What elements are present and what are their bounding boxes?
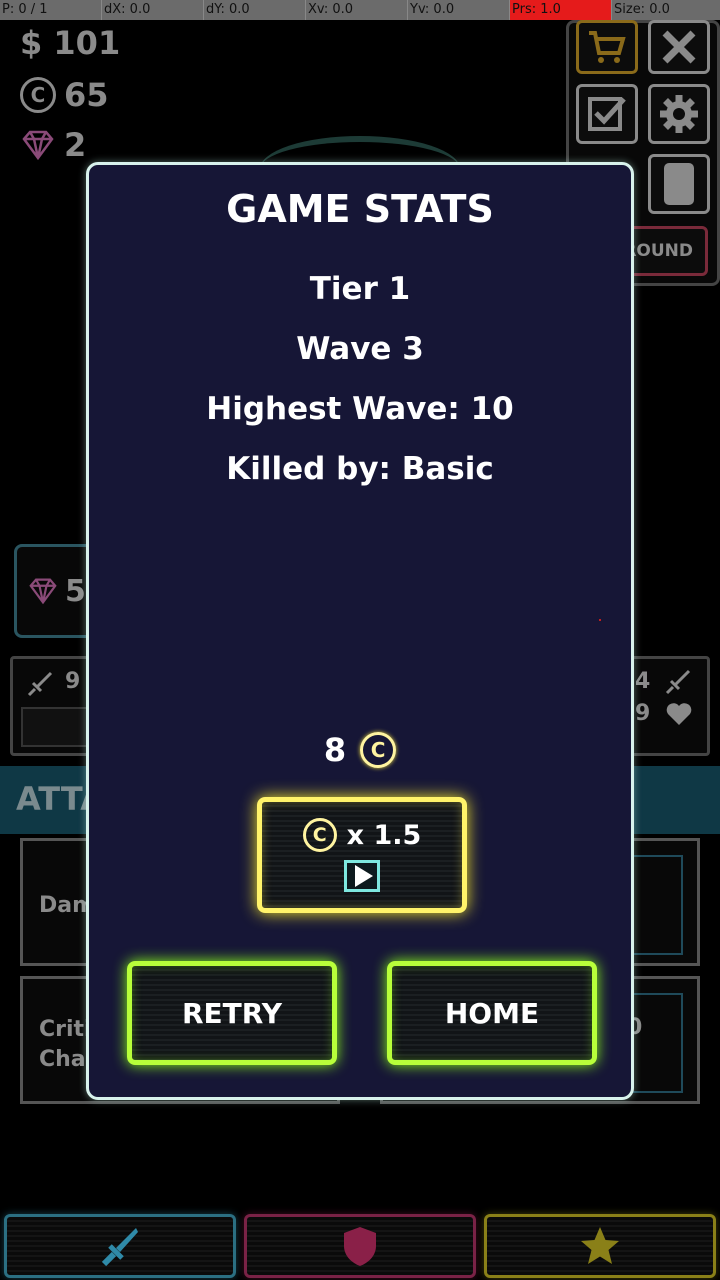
play-icon (344, 860, 380, 892)
sword-icon (27, 671, 53, 697)
debug-dx: dX: 0.0 (102, 0, 204, 20)
right-stat-bottom: 9 (635, 701, 651, 726)
retry-label: RETRY (181, 996, 283, 1030)
heart-icon (666, 703, 692, 725)
diamond-icon (22, 130, 54, 161)
upgrade-right-1-bar (627, 855, 683, 955)
debug-pressure: Prs: 1.0 (510, 0, 612, 20)
tier-text: Tier 1 (309, 271, 411, 307)
debug-xv: Xv: 0.0 (306, 0, 408, 20)
gear-icon (660, 95, 698, 133)
multiplier-label: x 1.5 (346, 819, 422, 851)
multiplier-row: C x 1.5 (302, 818, 422, 852)
coins-display: C 65 (20, 76, 109, 114)
red-dot (599, 619, 601, 621)
cash-value: $ 101 (20, 24, 121, 62)
coins-value: 65 (64, 76, 109, 114)
coin-icon: C (302, 818, 337, 852)
upgrade-right-2-bar (627, 993, 683, 1093)
close-icon (662, 30, 696, 64)
cart-icon (589, 31, 626, 63)
sword-icon (101, 1228, 138, 1267)
debug-size: Size: 0.0 (614, 2, 670, 17)
watch-ad-multiplier-button[interactable]: C x 1.5 (257, 797, 467, 913)
wave-text: Wave 3 (296, 331, 424, 367)
coin-icon: C (360, 732, 397, 768)
home-label: HOME (444, 996, 540, 1030)
modal-title: GAME STATS (226, 187, 494, 231)
reward-amount: 8 (323, 731, 347, 769)
debug-pointer: P: 0 / 1 (0, 0, 102, 20)
tab-utility[interactable] (484, 1214, 716, 1278)
checkbox-icon (588, 97, 626, 131)
game-stats-modal: GAME STATS Tier 1 Wave 3 Highest Wave: 1… (86, 162, 634, 1100)
reward-row: 8 C (89, 731, 631, 769)
sword-icon (665, 669, 691, 695)
gem-upgrade-panel[interactable]: 5 (14, 544, 94, 638)
retry-button[interactable]: RETRY (127, 961, 337, 1065)
upgrade-crit-label-line2: Cha (39, 1047, 86, 1072)
tab-defense[interactable] (244, 1214, 476, 1278)
gems-value: 2 (64, 126, 87, 164)
gem-panel-count: 5 (65, 573, 86, 609)
debug-overlay-bar: P: 0 / 1 dX: 0.0 dY: 0.0 Xv: 0.0 Yv: 0.0… (0, 0, 720, 20)
close-button[interactable] (648, 20, 710, 74)
right-stat-top: 4 (635, 669, 651, 694)
coin-icon: C (20, 77, 56, 113)
tab-attack[interactable] (4, 1214, 236, 1278)
card-icon (664, 163, 694, 205)
upgrade-crit-label-line1: Criti (39, 1017, 92, 1042)
home-button[interactable]: HOME (387, 961, 597, 1065)
cards-button[interactable] (648, 154, 710, 214)
diamond-icon (29, 578, 57, 605)
cash-display: $ 101 (20, 24, 120, 62)
star-icon (581, 1227, 619, 1264)
gems-display: 2 (20, 126, 86, 164)
shield-icon (344, 1227, 376, 1266)
missions-button[interactable] (576, 84, 638, 144)
left-progress-bar (21, 707, 95, 747)
killed-by-text: Killed by: Basic (226, 451, 494, 487)
shop-button[interactable] (576, 20, 638, 74)
settings-button[interactable] (648, 84, 710, 144)
debug-yv: Yv: 0.0 (408, 0, 510, 20)
highest-wave-text: Highest Wave: 10 (206, 391, 514, 427)
debug-dy: dY: 0.0 (204, 0, 306, 20)
left-stat-value: 9 (65, 669, 81, 694)
